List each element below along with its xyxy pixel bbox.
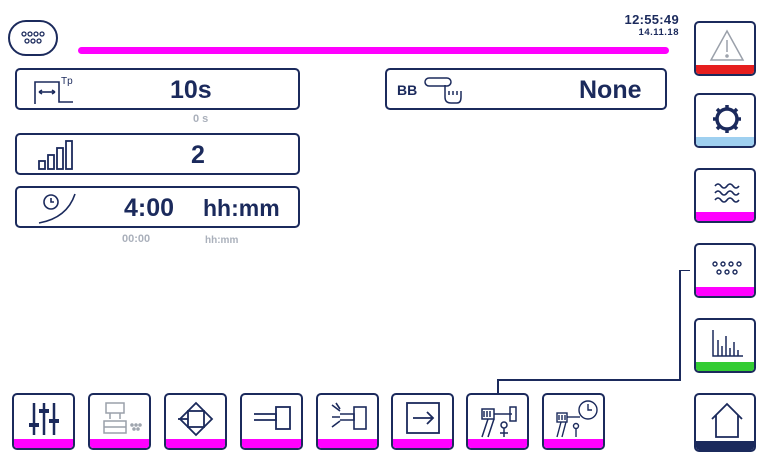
toolbar-piston-button[interactable] [240, 393, 303, 450]
waves-icon [714, 183, 740, 203]
pulse-time-actual: 0 s [193, 113, 209, 125]
toolbar-pipe-valve-button[interactable] [466, 393, 529, 450]
bb-value: None [579, 76, 642, 104]
home-stripe [696, 441, 754, 450]
settings-button[interactable] [694, 93, 756, 148]
pipe-valve-clock-icon [556, 400, 598, 438]
toolbar-valve-button[interactable] [88, 393, 151, 450]
toolbar-arrow-button[interactable] [391, 393, 454, 450]
home-icon [711, 402, 743, 438]
alarm-button[interactable] [694, 21, 756, 76]
bb-field[interactable]: BB None [385, 68, 667, 110]
toolbar-pipe-valve-clock-button[interactable] [542, 393, 605, 450]
sliders-icon [29, 403, 59, 435]
warning-icon [709, 29, 745, 61]
duration-value: 4:00 [124, 194, 175, 222]
toolbar-stripe [468, 439, 527, 448]
toolbar-stripe [318, 439, 377, 448]
sensor-light-icon [331, 402, 367, 430]
valve-dots-icon [103, 402, 142, 434]
duration-field[interactable]: 4:00 hh:mm [15, 186, 300, 228]
chart-button[interactable] [694, 318, 756, 373]
gear-icon [713, 105, 741, 133]
toolbar-stripe [242, 439, 301, 448]
program-stripe [696, 287, 754, 296]
level-field[interactable]: 2 [15, 133, 300, 175]
pulse-width-icon: Tp [34, 76, 73, 104]
clock-time: 12:55:49 [624, 12, 679, 27]
home-button[interactable] [694, 393, 756, 452]
alarm-stripe [696, 65, 754, 74]
connector-line [497, 270, 690, 394]
program-button[interactable] [694, 243, 756, 298]
pulse-time-value: 10s [170, 76, 212, 104]
toolbar-stripe [90, 439, 149, 448]
toolbar-sliders-button[interactable] [12, 393, 75, 450]
toolbar-stripe [544, 439, 603, 448]
dots-grid-icon [712, 261, 742, 275]
duration-actual-unit: hh:mm [205, 235, 239, 246]
touch-switch-icon [424, 77, 462, 104]
arrow-right-box-icon [406, 402, 440, 434]
toolbar-stripe [166, 439, 225, 448]
timer-ramp-icon [38, 193, 76, 224]
bar-chart-icon [712, 330, 743, 357]
waves-button[interactable] [694, 168, 756, 223]
piston-icon [254, 406, 291, 430]
toolbar-stripe [393, 439, 452, 448]
diamond-flow-icon [178, 401, 214, 437]
menu-button[interactable] [8, 20, 58, 56]
svg-text:Tp: Tp [61, 76, 73, 87]
clock-date: 14.11.18 [638, 27, 679, 38]
duration-unit: hh:mm [203, 195, 280, 221]
pipe-valve-icon [481, 406, 517, 438]
chart-stripe [696, 362, 754, 371]
toolbar-stripe [14, 439, 73, 448]
settings-stripe [696, 137, 754, 146]
toolbar-sensor-button[interactable] [316, 393, 379, 450]
dots-grid-icon [21, 31, 45, 44]
bb-label: BB [397, 82, 418, 98]
duration-actual: 00:00 [122, 233, 151, 245]
level-value: 2 [191, 141, 205, 169]
pulse-time-field[interactable]: Tp 10s [15, 68, 300, 110]
toolbar-diamond-button[interactable] [164, 393, 227, 450]
waves-stripe [696, 212, 754, 221]
progress-bar [78, 47, 669, 54]
signal-bars-icon [38, 140, 73, 170]
